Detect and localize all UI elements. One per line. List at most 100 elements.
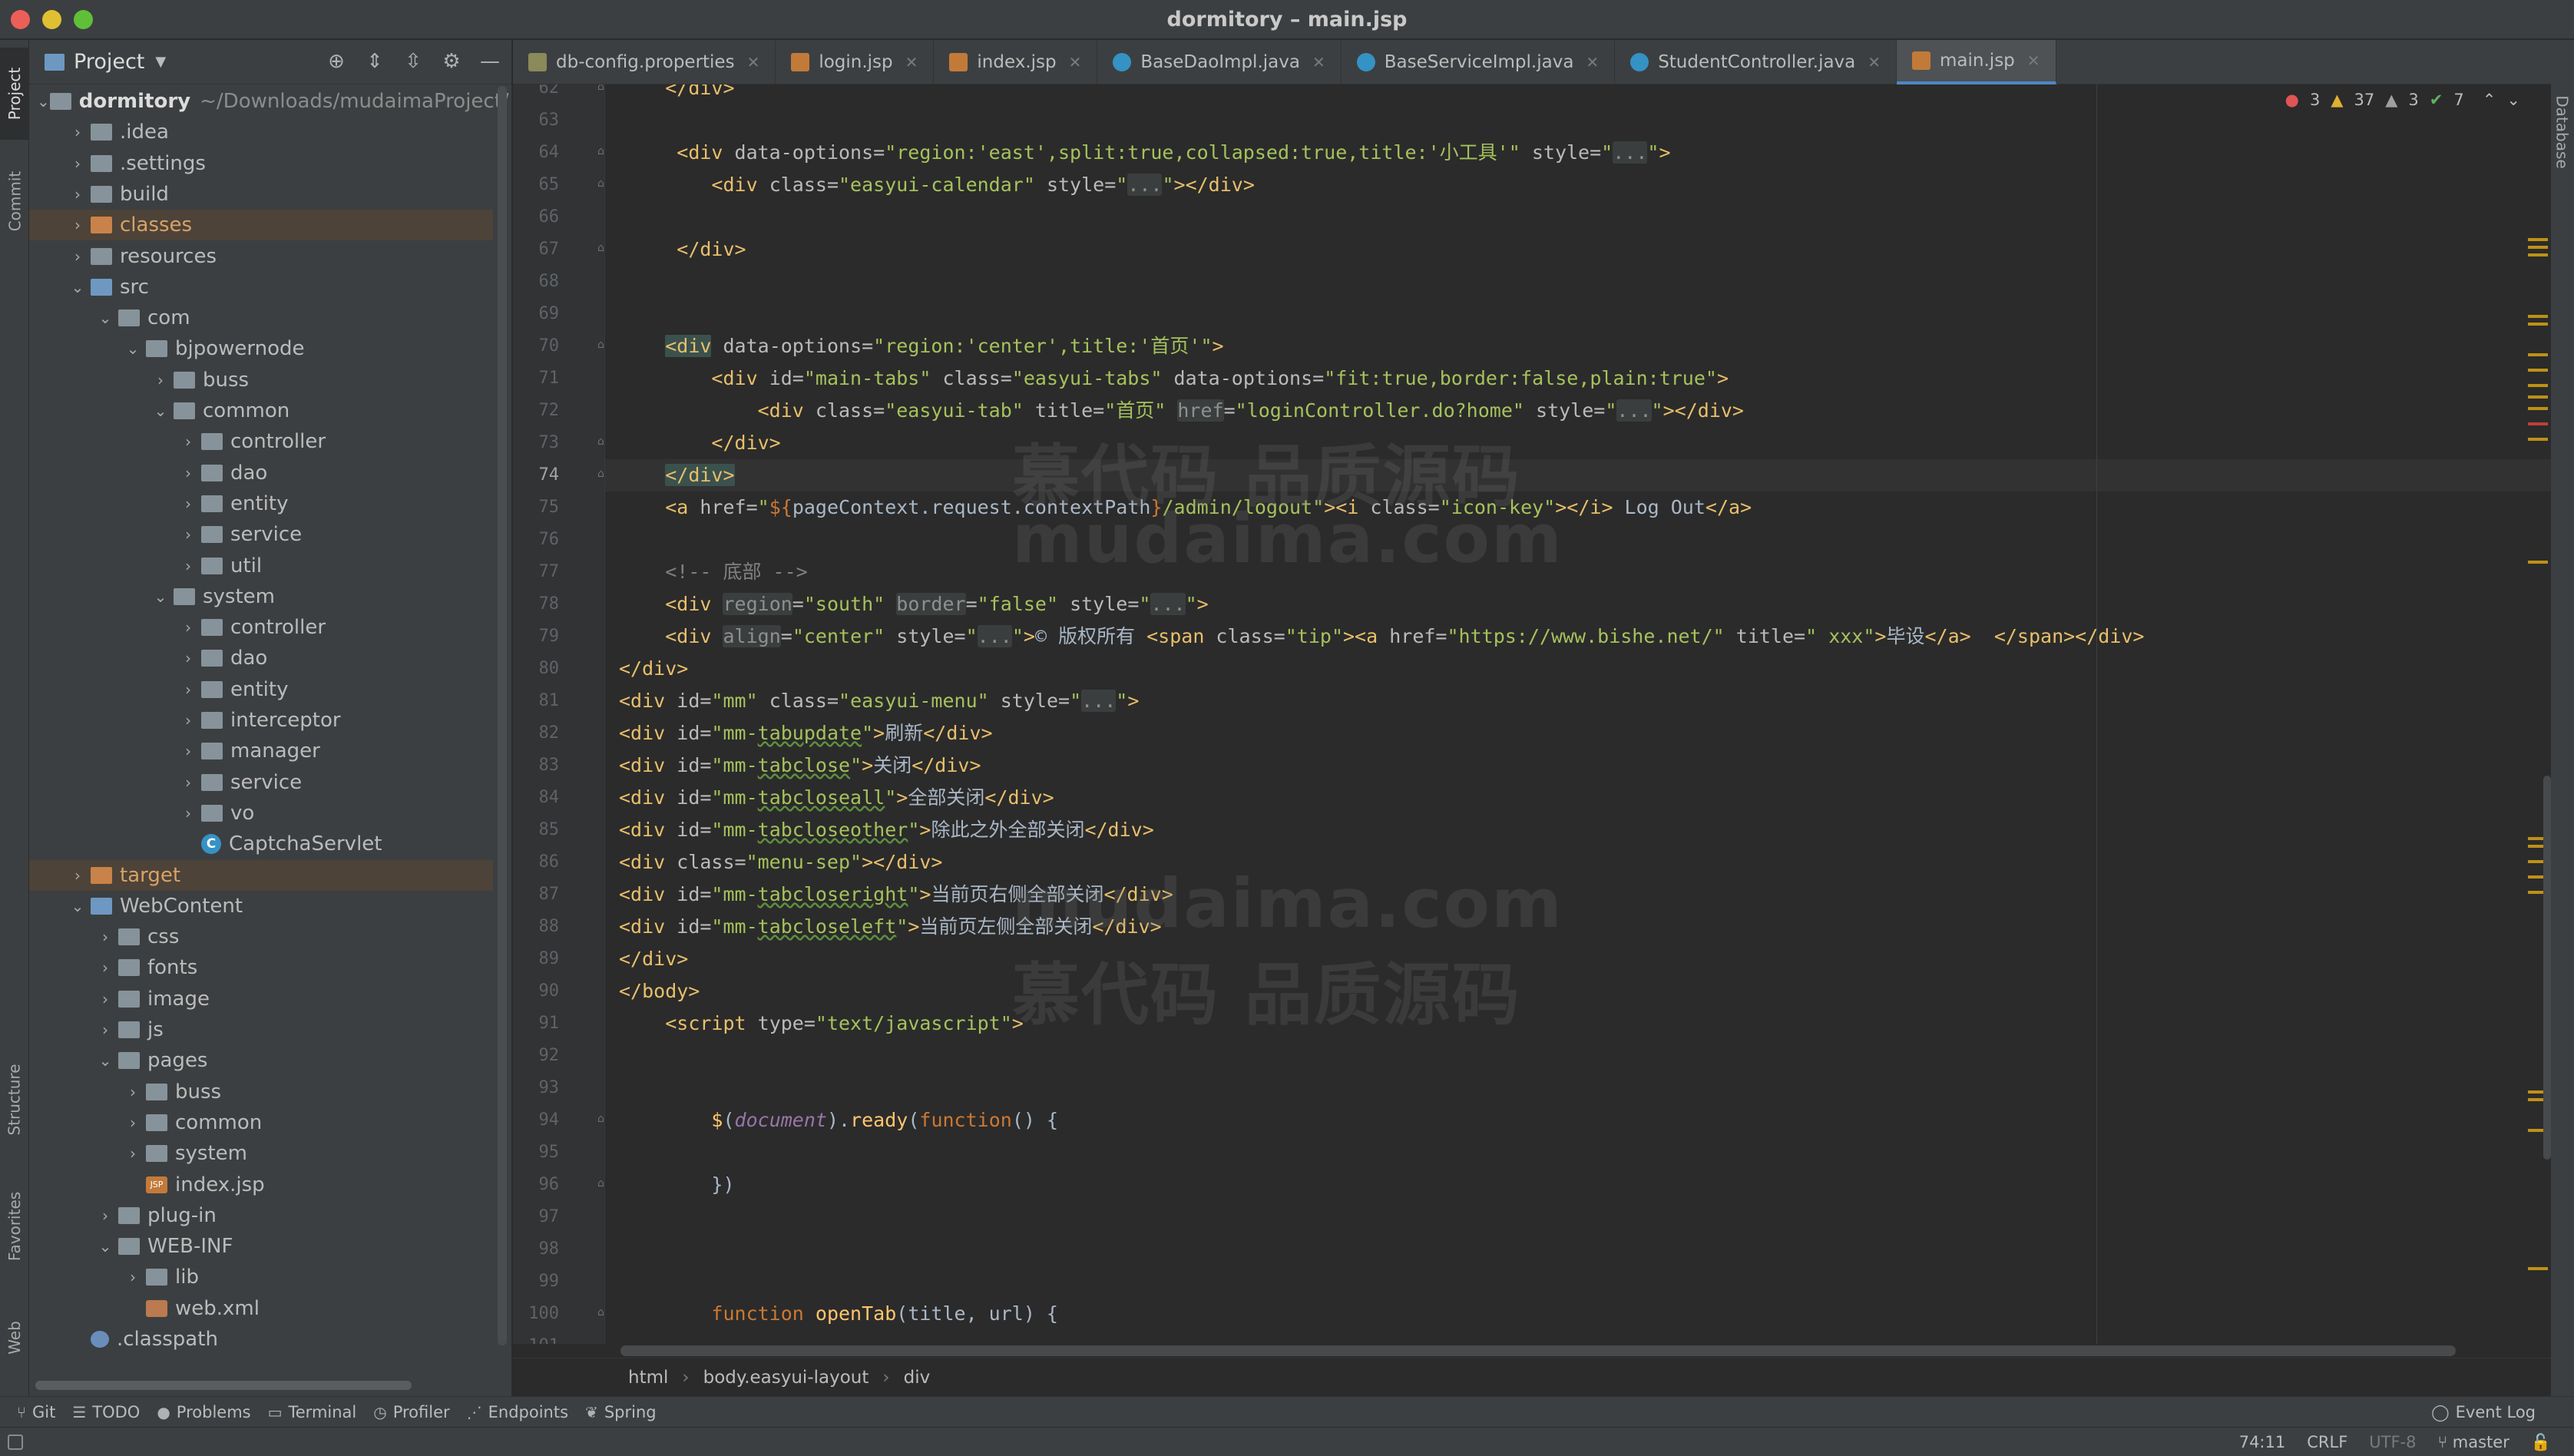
- code-line[interactable]: <div id="main-tabs" class="easyui-tabs" …: [619, 362, 1729, 395]
- chevron-right-icon[interactable]: ›: [65, 123, 91, 141]
- editor-tab[interactable]: login.jsp ✕: [776, 40, 935, 84]
- close-icon[interactable]: ✕: [1069, 53, 1082, 71]
- close-icon[interactable]: ✕: [747, 53, 760, 71]
- expand-all-icon[interactable]: ⇕: [362, 49, 387, 74]
- chevron-down-icon[interactable]: ⌄: [92, 1237, 118, 1256]
- code-line[interactable]: <div region="south" border="false" style…: [619, 588, 1209, 620]
- fold-marker-icon[interactable]: ⌂: [597, 435, 613, 451]
- tree-node[interactable]: › system: [29, 1138, 493, 1169]
- chevron-down-icon[interactable]: ⌄: [147, 587, 174, 606]
- tree-node[interactable]: JSP index.jsp: [29, 1170, 493, 1200]
- fold-marker-icon[interactable]: ⌂: [597, 242, 613, 257]
- tree-node[interactable]: › common: [29, 1107, 493, 1138]
- editor-tab[interactable]: db-config.properties ✕: [513, 40, 776, 84]
- tree-node[interactable]: ⌄ bjpowernode: [29, 333, 493, 364]
- tree-node[interactable]: ⌄ dormitory ~/Downloads/mudaimaProject/: [29, 86, 509, 117]
- chevron-right-icon[interactable]: ›: [175, 742, 201, 760]
- tree-node[interactable]: .project: [29, 1355, 493, 1359]
- tree-node[interactable]: › fonts: [29, 952, 493, 983]
- chevron-right-icon[interactable]: ›: [175, 464, 201, 482]
- editor-vertical-scrollbar[interactable]: [2543, 84, 2551, 1344]
- tool-window-button-git[interactable]: ⑂ Git: [17, 1403, 55, 1421]
- chevron-down-icon[interactable]: ⌄: [92, 309, 118, 327]
- event-log-button[interactable]: ◯ Event Log: [2431, 1397, 2536, 1428]
- chevron-right-icon[interactable]: ›: [92, 928, 118, 946]
- chevron-right-icon[interactable]: ›: [120, 1114, 146, 1132]
- code-line[interactable]: </div>: [619, 427, 780, 459]
- tree-node[interactable]: › entity: [29, 674, 493, 705]
- tree-node[interactable]: › buss: [29, 1077, 493, 1107]
- chevron-right-icon[interactable]: ›: [175, 618, 201, 637]
- tree-node[interactable]: › dao: [29, 458, 493, 488]
- code-line[interactable]: </div>: [619, 84, 734, 104]
- tree-node[interactable]: › css: [29, 922, 493, 952]
- tool-window-button-todo[interactable]: ☰ TODO: [72, 1403, 140, 1421]
- tree-node[interactable]: › vo: [29, 798, 493, 829]
- code-line[interactable]: </div>: [619, 233, 746, 266]
- editor-horizontal-scrollbar[interactable]: [620, 1345, 2456, 1356]
- database-tool-tab[interactable]: Database: [2551, 55, 2574, 209]
- close-icon[interactable]: ✕: [2027, 51, 2040, 70]
- code-editor[interactable]: 62 63 64 65 66 67 68 69 70 71 72 73 74 75 76 77 78 79 80 81…: [513, 84, 2551, 1344]
- zoom-window-button[interactable]: [74, 10, 93, 29]
- code-line[interactable]: }): [619, 1169, 734, 1201]
- project-tool-tab[interactable]: Project: [0, 48, 29, 140]
- project-tree-scrollbar[interactable]: [498, 86, 507, 1345]
- close-icon[interactable]: ✕: [1312, 53, 1325, 71]
- fold-marker-icon[interactable]: ⌂: [597, 339, 613, 354]
- breadcrumb-item-html[interactable]: html: [628, 1368, 668, 1388]
- tree-node[interactable]: web.xml: [29, 1293, 493, 1324]
- line-number-gutter[interactable]: 62 63 64 65 66 67 68 69 70 71 72 73 74 75 76 77 78 79 80 81…: [513, 84, 605, 1344]
- chevron-right-icon[interactable]: ›: [120, 1144, 146, 1163]
- tool-window-button-endpoints[interactable]: ⋰ Endpoints: [467, 1403, 568, 1421]
- tool-window-button-profiler[interactable]: ◷ Profiler: [373, 1403, 449, 1421]
- code-line[interactable]: <div data-options="region:'center',title…: [619, 330, 1224, 362]
- code-line[interactable]: <div class="menu-sep"></div>: [619, 846, 942, 879]
- locate-icon[interactable]: ⊕: [324, 49, 349, 74]
- tree-node[interactable]: ⌄ WebContent: [29, 891, 493, 922]
- editor-scroll-thumb[interactable]: [2543, 776, 2551, 1160]
- chevron-right-icon[interactable]: ›: [175, 525, 201, 544]
- code-line[interactable]: <div id="mm-tabclose">关闭</div>: [619, 750, 981, 782]
- chevron-right-icon[interactable]: ›: [65, 247, 91, 266]
- tree-node[interactable]: › .idea: [29, 117, 493, 147]
- chevron-right-icon[interactable]: ›: [120, 1268, 146, 1286]
- editor-tab[interactable]: BaseDaoImpl.java ✕: [1097, 40, 1342, 84]
- chevron-right-icon[interactable]: ›: [175, 711, 201, 730]
- fold-marker-icon[interactable]: ⌂: [597, 1113, 613, 1128]
- previous-highlight-icon[interactable]: ⌃: [2483, 91, 2496, 109]
- fold-marker-icon[interactable]: ⌂: [597, 84, 613, 96]
- tree-node[interactable]: › target: [29, 859, 493, 891]
- tree-node[interactable]: › image: [29, 984, 493, 1014]
- tree-node[interactable]: › resources: [29, 241, 493, 272]
- tree-node[interactable]: › classes: [29, 210, 493, 241]
- editor-tab[interactable]: index.jsp ✕: [934, 40, 1098, 84]
- tree-node[interactable]: C CaptchaServlet: [29, 829, 493, 859]
- chevron-right-icon[interactable]: ›: [65, 216, 91, 234]
- code-area[interactable]: </div> <div data-options="region:'east',…: [619, 84, 2523, 1344]
- fold-marker-icon[interactable]: ⌂: [597, 1177, 613, 1193]
- code-line[interactable]: <div id="mm-tabcloseall">全部关闭</div>: [619, 782, 1054, 814]
- tree-node[interactable]: ⌄ common: [29, 395, 493, 426]
- tree-node[interactable]: ⌄ com: [29, 303, 493, 333]
- tree-node[interactable]: › dao: [29, 643, 493, 673]
- structure-tool-tab[interactable]: Structure: [0, 1038, 29, 1161]
- code-line[interactable]: <div class="easyui-calendar" style="..."…: [619, 169, 1255, 201]
- code-line[interactable]: <script type="text/javascript">: [619, 1008, 1024, 1040]
- code-line[interactable]: </div>: [619, 653, 688, 685]
- tree-node[interactable]: .classpath: [29, 1324, 493, 1355]
- tree-node[interactable]: › service: [29, 519, 493, 550]
- tool-window-toggle-icon[interactable]: [8, 1434, 23, 1450]
- chevron-right-icon[interactable]: ›: [92, 1206, 118, 1225]
- chevron-down-icon[interactable]: ⌄: [120, 339, 146, 358]
- tree-node[interactable]: › interceptor: [29, 705, 493, 736]
- close-icon[interactable]: ✕: [1586, 53, 1599, 71]
- project-tree-horizontal-scrollbar[interactable]: [35, 1381, 412, 1390]
- tree-node[interactable]: ⌄ WEB-INF: [29, 1231, 493, 1262]
- close-window-button[interactable]: [11, 10, 30, 29]
- close-icon[interactable]: ✕: [1868, 53, 1881, 71]
- breadcrumb-item-div[interactable]: div: [904, 1368, 931, 1388]
- code-line[interactable]: <div align="center" style="...">© 版权所有 <…: [619, 620, 2144, 653]
- code-line[interactable]: <div id="mm" class="easyui-menu" style="…: [619, 685, 1139, 717]
- code-line[interactable]: $(document).ready(function() {: [619, 1104, 1058, 1137]
